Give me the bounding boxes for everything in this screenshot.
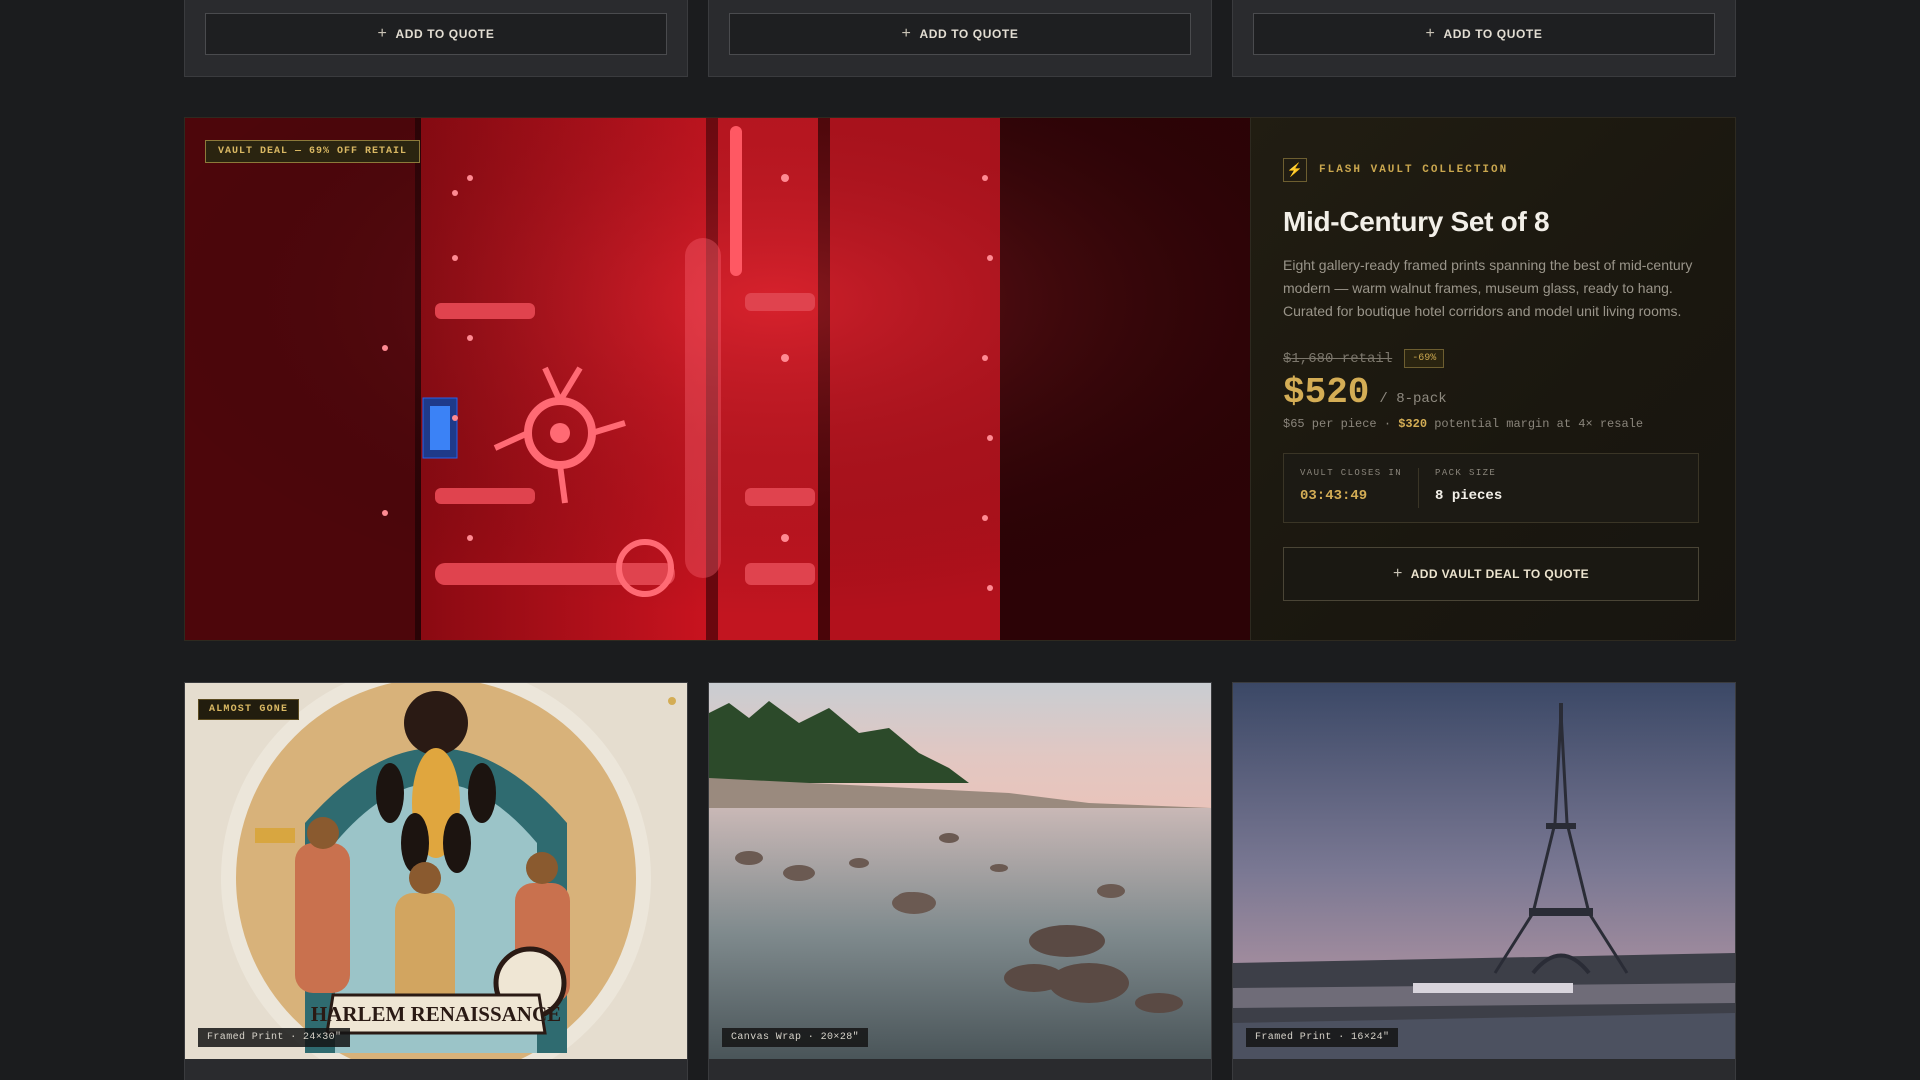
coastal-rocks-photo: Canvas Wrap · 20×28" bbox=[709, 683, 1211, 1059]
vault-deal-panel: VAULT DEAL — 69% OFF RETAIL ⚡ FLASH VAUL… bbox=[184, 117, 1736, 641]
deal-description: Eight gallery-ready framed prints spanni… bbox=[1283, 257, 1693, 319]
product-card: + ADD TO QUOTE bbox=[708, 0, 1212, 77]
deal-title: Mid-Century Set of 8 bbox=[1283, 206, 1550, 237]
pack-size-stat: PACK SIZE 8 pieces bbox=[1418, 468, 1502, 508]
discount-badge: -69% bbox=[1404, 349, 1445, 368]
add-to-quote-button[interactable]: + ADD TO QUOTE bbox=[729, 13, 1191, 55]
countdown-timer: 03:43:49 bbox=[1300, 488, 1368, 504]
retail-row: $1,680 retail -69% bbox=[1283, 349, 1703, 368]
retail-price: $1,680 retail bbox=[1283, 350, 1393, 367]
product-card[interactable]: Canvas Wrap · 20×28" bbox=[708, 682, 1212, 1080]
almost-gone-badge: ALMOST GONE bbox=[198, 699, 300, 720]
countdown-label: VAULT CLOSES IN bbox=[1300, 468, 1403, 478]
product-spec-tag: Framed Print · 24×30" bbox=[198, 1028, 351, 1047]
add-to-quote-label: ADD TO QUOTE bbox=[395, 27, 495, 41]
price-row: $520 / 8-pack bbox=[1283, 372, 1703, 413]
bolt-icon: ⚡ bbox=[1283, 158, 1307, 182]
plus-icon: + bbox=[1425, 25, 1436, 42]
add-to-quote-label: ADD TO QUOTE bbox=[1443, 27, 1543, 41]
product-card[interactable]: Framed Print · 16×24" bbox=[1232, 682, 1736, 1080]
product-card: + ADD TO QUOTE bbox=[184, 0, 688, 77]
plus-icon: + bbox=[377, 25, 388, 42]
vault-door-image: VAULT DEAL — 69% OFF RETAIL bbox=[185, 118, 1250, 640]
vault-deal-details: ⚡ FLASH VAULT COLLECTION Mid-Century Set… bbox=[1250, 118, 1735, 640]
add-to-quote-label: ADD TO QUOTE bbox=[919, 27, 1019, 41]
per-piece-line: $65 per piece · $320 potential margin at… bbox=[1283, 417, 1703, 431]
margin-text: potential margin at 4× resale bbox=[1427, 417, 1644, 431]
eiffel-tower-photo: Framed Print · 16×24" bbox=[1233, 683, 1735, 1059]
add-to-quote-button[interactable]: + ADD TO QUOTE bbox=[205, 13, 667, 55]
add-vault-deal-label: ADD VAULT DEAL TO QUOTE bbox=[1410, 567, 1590, 581]
per-piece-text: $65 per piece · bbox=[1283, 417, 1399, 431]
collection-row: ⚡ FLASH VAULT COLLECTION bbox=[1283, 158, 1703, 182]
add-to-quote-button[interactable]: + ADD TO QUOTE bbox=[1253, 13, 1715, 55]
collection-label: FLASH VAULT COLLECTION bbox=[1319, 164, 1509, 176]
artwork-title: HARLEM RENAISSANCE bbox=[311, 1002, 561, 1026]
vault-deal-badge: VAULT DEAL — 69% OFF RETAIL bbox=[205, 140, 421, 163]
product-card[interactable]: HARLEM RENAISSANCE ALMOST GONE Framed Pr… bbox=[184, 682, 688, 1080]
pack-size-label: PACK SIZE bbox=[1435, 468, 1497, 478]
margin-value: $320 bbox=[1398, 417, 1428, 431]
add-vault-deal-button[interactable]: + ADD VAULT DEAL TO QUOTE bbox=[1283, 547, 1699, 601]
countdown-stat: VAULT CLOSES IN 03:43:49 bbox=[1300, 468, 1402, 508]
pack-label: / 8-pack bbox=[1379, 391, 1447, 407]
product-card: + ADD TO QUOTE bbox=[1232, 0, 1736, 77]
plus-icon: + bbox=[901, 25, 912, 42]
product-spec-tag: Framed Print · 16×24" bbox=[1246, 1028, 1399, 1047]
status-dot-icon bbox=[668, 697, 676, 705]
pack-size-value: 8 pieces bbox=[1435, 488, 1503, 504]
deal-stats: VAULT CLOSES IN 03:43:49 PACK SIZE 8 pie… bbox=[1283, 453, 1699, 523]
plus-icon: + bbox=[1392, 565, 1403, 582]
harlem-renaissance-artwork: HARLEM RENAISSANCE ALMOST GONE Framed Pr… bbox=[185, 683, 687, 1059]
product-spec-tag: Canvas Wrap · 20×28" bbox=[722, 1028, 869, 1047]
deal-price: $520 bbox=[1283, 372, 1370, 413]
